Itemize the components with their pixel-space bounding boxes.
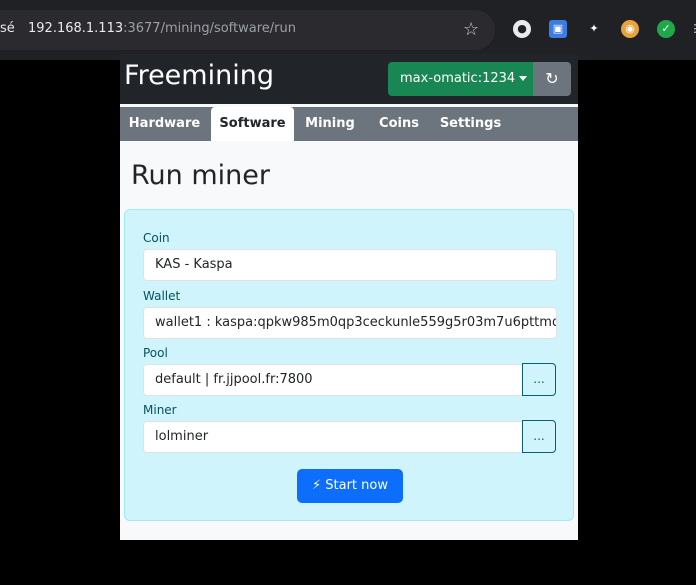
miner-label: Miner [143,403,177,417]
miner-options-button[interactable]: ... [522,420,556,453]
extension-icon-1[interactable]: ● [513,20,531,38]
url-path: :3677/mining/software/run [123,21,296,36]
pool-label: Pool [143,346,168,360]
run-miner-form: Coin KAS - Kaspa Wallet wallet1 : kaspa:… [124,209,574,521]
wallet-select[interactable]: wallet1 : kaspa:qpkw985m0qp3ceckunle559g… [143,307,557,339]
tab-hardware[interactable]: Hardware [120,107,209,141]
tab-mining[interactable]: Mining [297,107,363,141]
app-window: Freemining max-omatic:1234 ↻ Hardware So… [120,54,578,540]
extension-icon-3[interactable]: ✦ [585,20,603,38]
extension-check-icon[interactable]: ✓ [657,20,675,38]
menu-icon[interactable]: ⋮ [686,20,696,38]
page-title: Run miner [131,160,270,191]
refresh-button[interactable]: ↻ [533,62,571,96]
pool-select[interactable]: default | fr.jjpool.fr:7800 [143,364,523,396]
browser-chrome: sé 192.168.1.113:3677/mining/software/ru… [0,0,696,60]
url-text[interactable]: 192.168.1.113:3677/mining/software/run [28,21,296,36]
tab-coins[interactable]: Coins [367,107,431,141]
extension-icon-4[interactable]: ◉ [621,20,639,38]
miner-select[interactable]: lolminer [143,421,523,453]
url-prefix: sé [0,21,15,36]
coin-label: Coin [143,231,170,245]
extension-icon-2[interactable]: ▣ [549,20,567,38]
navbar: Freemining max-omatic:1234 ↻ [120,54,578,104]
address-bar[interactable]: sé 192.168.1.113:3677/mining/software/ru… [0,10,495,50]
host-selector-button[interactable]: max-omatic:1234 [388,62,535,96]
brand-title[interactable]: Freemining [124,60,274,91]
refresh-icon: ↻ [545,69,559,88]
url-host: 192.168.1.113 [28,21,124,36]
coin-select[interactable]: KAS - Kaspa [143,249,557,281]
tab-software[interactable]: Software [211,107,294,141]
tab-bar: Hardware Software Mining Coins Settings [120,107,578,141]
host-selector-label: max-omatic:1234 [400,71,516,86]
caret-down-icon [519,76,528,81]
bookmark-star-icon[interactable]: ☆ [463,19,479,40]
wallet-label: Wallet [143,289,181,303]
pool-options-button[interactable]: ... [522,363,556,396]
tab-settings[interactable]: Settings [434,107,507,141]
start-now-button[interactable]: ⚡ Start now [297,469,403,503]
